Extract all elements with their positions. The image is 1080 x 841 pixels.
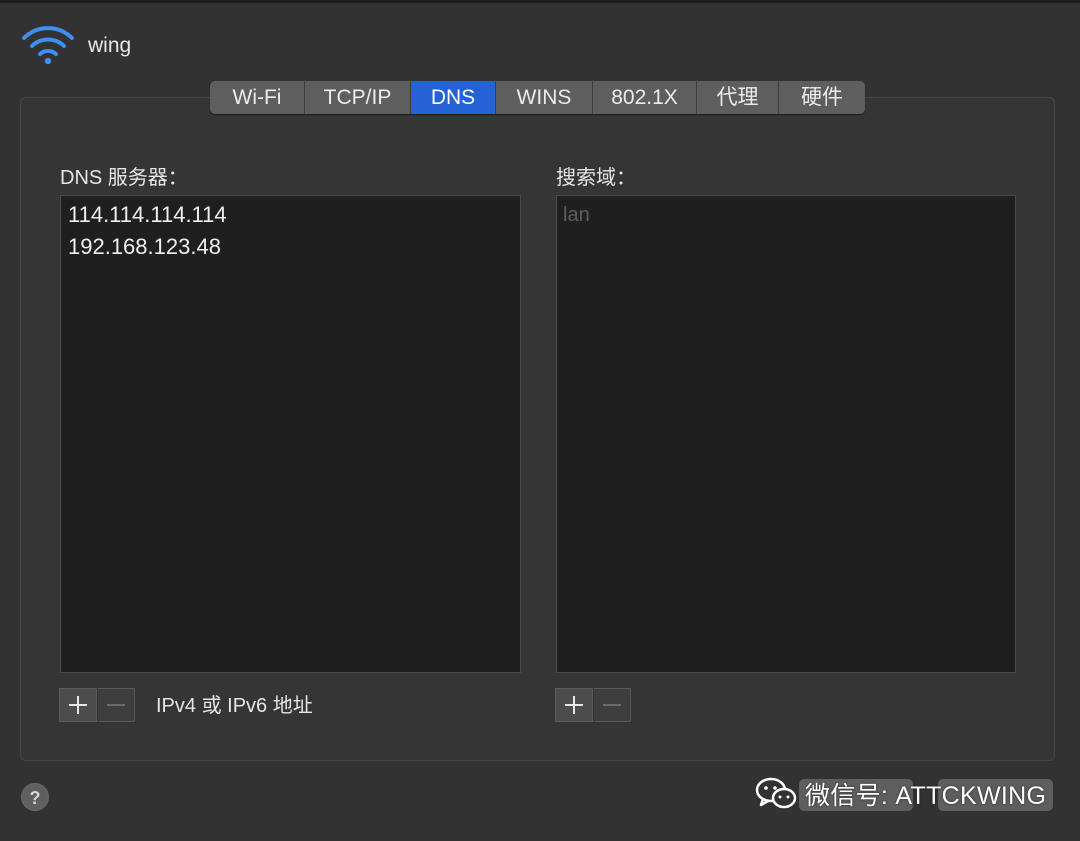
tab-bar: Wi-Fi TCP/IP DNS WINS 802.1X 代理 硬件 <box>210 81 865 114</box>
search-domains-label: 搜索域： <box>556 167 636 189</box>
dns-servers-label: DNS 服务器： <box>60 167 188 189</box>
header: wing <box>20 24 131 68</box>
dns-servers-list[interactable]: 114.114.114.114 192.168.123.48 <box>60 195 521 673</box>
tab-wifi[interactable]: Wi-Fi <box>210 81 305 114</box>
remove-dns-button[interactable] <box>97 688 135 722</box>
list-item[interactable]: 192.168.123.48 <box>61 231 520 263</box>
list-item[interactable]: 114.114.114.114 <box>61 199 520 231</box>
watermark-text: 微信号: ATTCKWING <box>805 782 1047 810</box>
network-name: wing <box>88 34 132 57</box>
add-dns-button[interactable] <box>59 688 97 722</box>
minus-icon <box>603 704 621 706</box>
tab-proxy[interactable]: 代理 <box>697 81 779 114</box>
remove-search-domain-button[interactable] <box>593 688 631 722</box>
tab-dns[interactable]: DNS <box>411 81 496 114</box>
wechat-icon <box>755 777 797 809</box>
search-domain-placeholder: lan <box>563 204 590 226</box>
address-hint: IPv4 或 IPv6 地址 <box>156 695 313 717</box>
plus-icon <box>69 696 87 714</box>
plus-icon <box>565 696 583 714</box>
search-domains-list[interactable]: lan <box>556 195 1016 673</box>
help-button[interactable]: ? <box>21 783 49 811</box>
minus-icon <box>107 704 125 706</box>
add-search-domain-button[interactable] <box>555 688 593 722</box>
tab-wins[interactable]: WINS <box>496 81 593 114</box>
search-add-remove-group <box>555 688 631 722</box>
wifi-icon <box>22 26 74 65</box>
dns-add-remove-group <box>59 688 135 722</box>
window-top-edge <box>0 0 1080 3</box>
tab-8021x[interactable]: 802.1X <box>593 81 697 114</box>
tab-tcpip[interactable]: TCP/IP <box>305 81 411 114</box>
watermark: 微信号: ATTCKWING <box>755 774 1046 814</box>
tab-hardware[interactable]: 硬件 <box>779 81 865 114</box>
